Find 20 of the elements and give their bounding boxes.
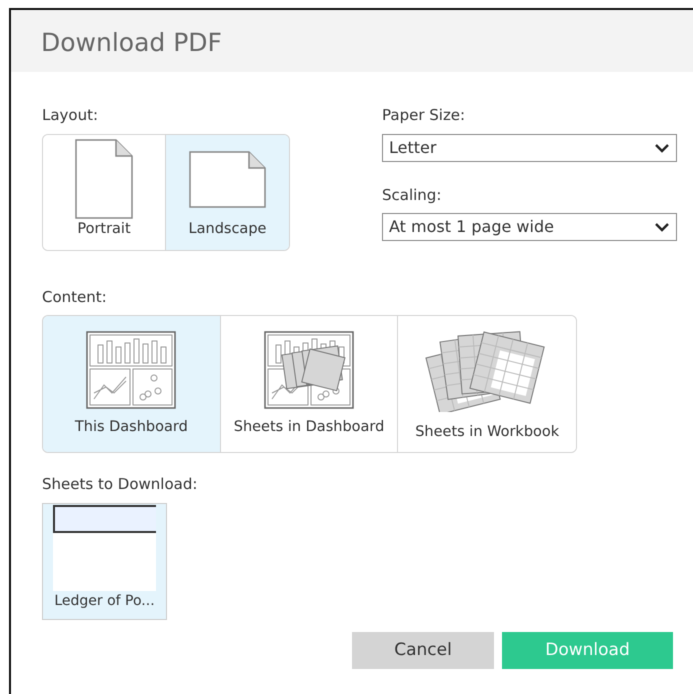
scaling-dropdown[interactable]: At most 1 page wide <box>382 213 677 241</box>
dashboard-icon <box>86 331 176 409</box>
content-label: Content: <box>42 286 108 308</box>
paper-size-label: Paper Size: <box>382 105 466 126</box>
content-option[interactable]: This Dashboard <box>43 316 221 452</box>
dashboard-sheets-icon <box>264 331 354 409</box>
chevron-down-icon <box>654 222 670 232</box>
dialog-title: Download PDF <box>41 28 222 57</box>
layout-label: Layout: <box>42 105 100 126</box>
sheets-label: Sheets to Download: <box>42 474 198 495</box>
layout-option[interactable]: Landscape <box>166 134 289 250</box>
cancel-button[interactable]: Cancel <box>352 632 494 668</box>
landscape-page-icon <box>189 150 266 208</box>
sheet-thumbnail[interactable]: Ledger of Po... <box>42 502 167 620</box>
paper-size-dropdown[interactable]: Letter <box>382 134 677 162</box>
sheet-preview-icon <box>53 504 156 590</box>
chevron-down-icon <box>654 142 670 152</box>
layout-option[interactable]: Portrait <box>43 134 166 250</box>
portrait-page-icon <box>75 138 133 218</box>
scaling-label: Scaling: <box>382 184 442 206</box>
